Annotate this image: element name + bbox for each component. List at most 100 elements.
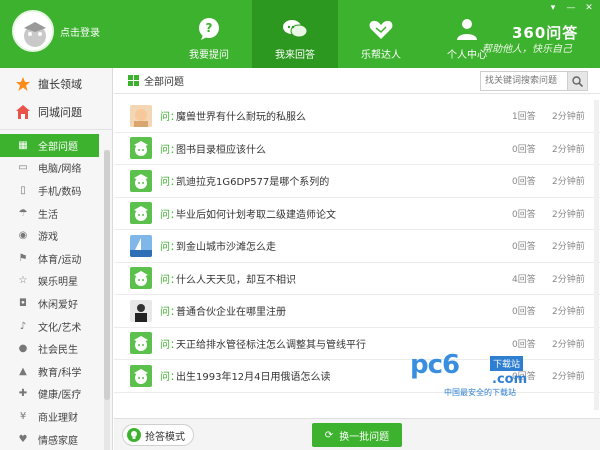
- question-row[interactable]: 问： 什么人天天见，却互不相识 4回答 2分钟前: [114, 263, 600, 295]
- question-text[interactable]: 什么人天天见，却互不相识: [176, 271, 296, 286]
- search-button[interactable]: [567, 72, 587, 90]
- question-time: 2分钟前: [552, 177, 585, 188]
- category-label: 电脑/网络: [38, 164, 82, 176]
- person-icon: [454, 16, 480, 42]
- category-sports[interactable]: ⚑ 体育/运动: [0, 247, 112, 270]
- gamepad-icon: ◉: [18, 230, 28, 242]
- category-label: 商业理财: [38, 412, 78, 424]
- question-row[interactable]: 问： 天正给排水管径标注怎么调整其与管线平行 0回答 2分钟前: [114, 328, 600, 360]
- medical-icon: ✚: [18, 388, 28, 400]
- heart-icon: ♥: [18, 433, 28, 445]
- asker-avatar: [130, 137, 152, 160]
- question-text[interactable]: 图书目录桓应该什么: [176, 141, 266, 156]
- refresh-questions-button[interactable]: ⟳ 换一批问题: [312, 423, 402, 447]
- main-nav: ? 我要提问 我来回答 乐帮达人 个人中心: [166, 0, 510, 68]
- asker-avatar: [130, 202, 152, 225]
- answer-count: 0回答: [512, 307, 536, 318]
- asker-avatar: [130, 332, 152, 355]
- category-all[interactable]: ▦ 全部问题: [0, 134, 99, 157]
- question-row[interactable]: 问： 出生1993年12月4日用俄语怎么读 0回答 2分钟前: [114, 360, 600, 393]
- nav-ask[interactable]: ? 我要提问: [166, 0, 252, 68]
- question-text[interactable]: 出生1993年12月4日用俄语怎么读: [176, 368, 331, 383]
- category-phone[interactable]: ▯ 手机/数码: [0, 179, 112, 202]
- sidebar-item-expertise[interactable]: 擅长领域: [0, 70, 112, 98]
- question-text[interactable]: 凯迪拉克1G6DP577是哪个系列的: [176, 173, 329, 188]
- grab-mode-label: 抢答模式: [145, 431, 185, 443]
- default-avatar-icon: [24, 22, 46, 47]
- grid-icon: [128, 75, 139, 86]
- window-controls: ▾ — ✕: [544, 2, 598, 14]
- search-icon: [572, 75, 583, 87]
- question-row[interactable]: 问： 凯迪拉克1G6DP577是哪个系列的 0回答 2分钟前: [114, 165, 600, 198]
- skin-icon[interactable]: ▾: [544, 2, 562, 14]
- category-label: 休闲爱好: [38, 299, 78, 311]
- category-games[interactable]: ◉ 游戏: [0, 224, 112, 247]
- yen-icon: ¥: [19, 410, 27, 422]
- sidebar-item-local[interactable]: 同城问题: [0, 98, 112, 126]
- nav-profile[interactable]: 个人中心: [424, 0, 510, 68]
- answer-count: 0回答: [512, 372, 536, 383]
- minimize-icon[interactable]: —: [562, 2, 580, 14]
- cup-icon: ◘: [19, 297, 27, 309]
- question-row[interactable]: 问： 毕业后如何计划考取二级建造师论文 0回答 2分钟前: [114, 198, 600, 230]
- sidebar-item-label: 同城问题: [38, 106, 82, 119]
- refresh-icon: ⟳: [324, 429, 334, 441]
- asker-avatar: [130, 364, 152, 387]
- category-life[interactable]: ☂ 生活: [0, 202, 112, 225]
- category-entertainment[interactable]: ☆ 娱乐明星: [0, 270, 112, 293]
- asker-avatar: [130, 169, 152, 192]
- star-outline-icon: ☆: [18, 275, 28, 287]
- question-time: 2分钟前: [552, 372, 585, 383]
- grid-icon: ▦: [18, 139, 28, 151]
- question-time: 2分钟前: [552, 112, 585, 123]
- nav-profile-label: 个人中心: [447, 50, 487, 61]
- handshake-icon: [368, 16, 394, 42]
- nav-answer[interactable]: 我来回答: [252, 0, 338, 68]
- brand-slogan: 帮助他人，快乐自己: [482, 44, 572, 55]
- category-leisure[interactable]: ◘ 休闲爱好: [0, 292, 112, 315]
- question-row[interactable]: 问： 到金山城市沙滩怎么走 0回答 2分钟前: [114, 230, 600, 263]
- question-text[interactable]: 到金山城市沙滩怎么走: [176, 238, 276, 253]
- close-icon[interactable]: ✕: [580, 2, 598, 14]
- sports-icon: ⚑: [18, 252, 28, 264]
- asker-avatar: [130, 104, 152, 127]
- question-text[interactable]: 天正给排水管径标注怎么调整其与管线平行: [176, 336, 366, 351]
- question-list: 问： 魔兽世界有什么耐玩的私服么 1回答 2分钟前 问： 图书目录桓应该什么 0回答 2分钟前…: [114, 100, 600, 393]
- category-computer[interactable]: ▭ 电脑/网络: [0, 157, 112, 180]
- category-education[interactable]: ▲ 教育/科学: [0, 360, 112, 383]
- sidebar-top: 擅长领域 同城问题: [0, 70, 112, 130]
- category-society[interactable]: ● 社会民生: [0, 337, 112, 360]
- music-note-icon: ♪: [19, 320, 27, 332]
- question-time: 2分钟前: [552, 242, 585, 253]
- question-row[interactable]: 问： 魔兽世界有什么耐玩的私服么 1回答 2分钟前: [114, 100, 600, 133]
- sidebar: 擅长领域 同城问题 ▦ 全部问题 ▭ 电脑/网络 ▯ 手机/数码 ☂ 生活 ◉ 游戏 ⚑ 体…: [0, 68, 113, 450]
- grab-mode-button[interactable]: 抢答模式: [122, 424, 194, 446]
- category-culture[interactable]: ♪ 文化/艺术: [0, 315, 112, 338]
- answer-count: 0回答: [512, 339, 536, 350]
- login-text[interactable]: 点击登录: [60, 24, 100, 39]
- question-row[interactable]: 问： 普通合伙企业在哪里注册 0回答 2分钟前: [114, 295, 600, 328]
- category-family[interactable]: ♥ 情感家庭: [0, 428, 112, 450]
- category-health[interactable]: ✚ 健康/医疗: [0, 383, 112, 406]
- answer-count: 0回答: [512, 242, 536, 253]
- question-row[interactable]: 问： 图书目录桓应该什么 0回答 2分钟前: [114, 133, 600, 165]
- list-scrollbar[interactable]: [594, 100, 599, 410]
- house-icon: [14, 103, 32, 121]
- nav-helpers[interactable]: 乐帮达人: [338, 0, 424, 68]
- user-avatar[interactable]: [12, 10, 54, 52]
- asker-avatar: [130, 299, 152, 322]
- main-panel: 全部问题 问：魔兽世界有什么耐玩的私服么1回答2分钟前问：图书目录桓应该什么0回…: [114, 68, 600, 450]
- search-input[interactable]: [481, 72, 567, 90]
- question-time: 2分钟前: [552, 274, 585, 285]
- login-area[interactable]: 点击登录: [12, 10, 100, 52]
- category-label: 教育/科学: [38, 367, 82, 379]
- question-text[interactable]: 毕业后如何计划考取二级建造师论文: [176, 206, 336, 221]
- asker-avatar: [130, 267, 152, 290]
- sidebar-scroll-thumb[interactable]: [104, 150, 110, 400]
- question-time: 2分钟前: [552, 307, 585, 318]
- sidebar-scrollbar[interactable]: [104, 150, 110, 450]
- computer-icon: ▭: [18, 162, 28, 174]
- question-text[interactable]: 普通合伙企业在哪里注册: [176, 303, 286, 318]
- question-text[interactable]: 魔兽世界有什么耐玩的私服么: [176, 108, 306, 123]
- category-business[interactable]: ¥ 商业理财: [0, 405, 112, 428]
